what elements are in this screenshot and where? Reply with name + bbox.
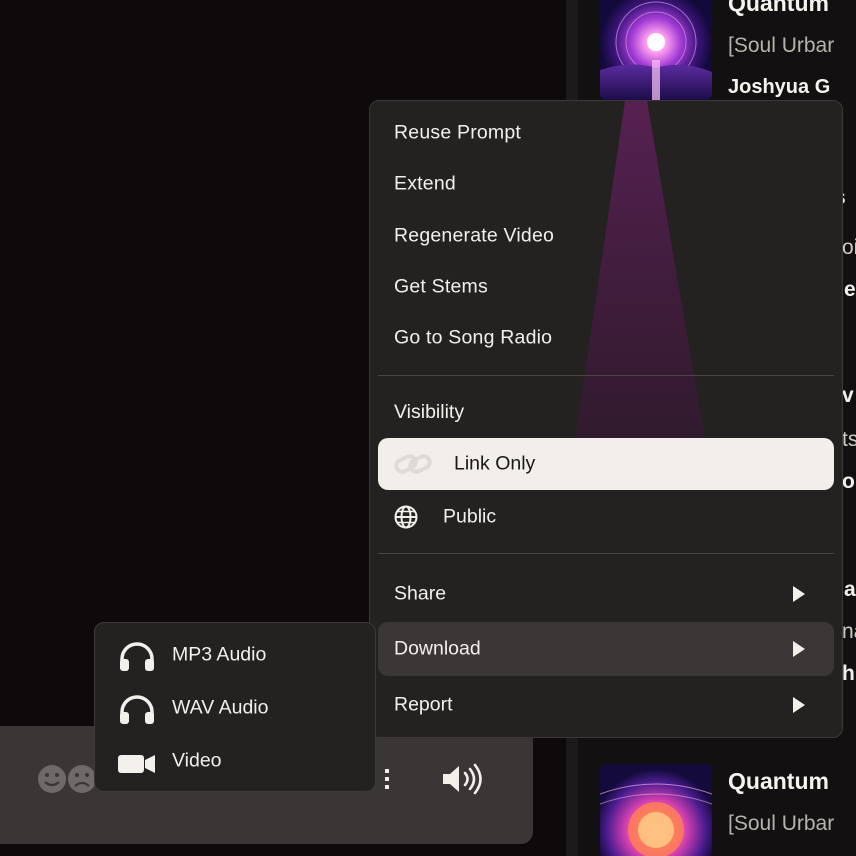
reaction-icons[interactable] — [36, 764, 102, 794]
download-submenu: MP3 Audio WAV Audio Video — [94, 622, 376, 792]
headphones-icon — [117, 642, 157, 672]
headphones-icon — [117, 695, 157, 725]
regenerate-video-item[interactable]: Regenerate Video — [370, 211, 842, 261]
song-tags: [Soul Urbar — [728, 812, 835, 835]
menu-item-label: Download — [394, 637, 481, 660]
song-cover-image[interactable] — [600, 0, 712, 100]
menu-divider — [378, 375, 834, 376]
video-camera-icon — [117, 748, 157, 778]
song-card[interactable]: Quantum [Soul Urbar — [600, 764, 856, 856]
menu-item-label: Report — [394, 693, 453, 716]
song-context-menu: Reuse Prompt Extend Regenerate Video Get… — [369, 100, 843, 738]
song-title-fragment: v — [842, 384, 854, 407]
volume-icon[interactable] — [440, 762, 486, 796]
go-to-song-radio-item[interactable]: Go to Song Radio — [370, 313, 842, 363]
menu-item-label: Reuse Prompt — [394, 121, 522, 144]
song-title-fragment: a — [844, 578, 856, 601]
option-label: Link Only — [454, 452, 536, 475]
visibility-option-link-only[interactable]: Link Only — [378, 438, 834, 490]
song-artist[interactable]: Joshyua G — [728, 76, 830, 99]
song-tags-fragment: ts — [842, 428, 856, 451]
submenu-item-label: WAV Audio — [172, 696, 269, 719]
song-tags-fragment: na — [842, 620, 856, 643]
song-artist-fragment: h — [842, 662, 855, 685]
download-wav-item[interactable]: WAV Audio — [95, 682, 377, 734]
reuse-prompt-item[interactable]: Reuse Prompt — [370, 108, 842, 158]
song-tags: [Soul Urbar — [728, 34, 835, 57]
menu-item-label: Go to Song Radio — [394, 326, 553, 349]
share-item[interactable]: Share — [378, 567, 834, 621]
download-item[interactable]: Download — [378, 622, 834, 676]
menu-divider — [378, 553, 834, 554]
song-tags-fragment: oi — [842, 236, 856, 259]
visibility-heading: Visibility — [394, 401, 465, 423]
extend-item[interactable]: Extend — [370, 159, 842, 209]
song-artist-fragment: or — [842, 470, 856, 493]
download-mp3-item[interactable]: MP3 Audio — [95, 629, 377, 681]
option-label: Public — [443, 505, 497, 528]
song-title[interactable]: Quantum — [728, 0, 829, 17]
chevron-right-icon — [792, 696, 806, 714]
submenu-item-label: Video — [172, 749, 222, 772]
song-cover-image[interactable] — [600, 764, 712, 856]
menu-item-label: Regenerate Video — [394, 224, 555, 247]
more-options-icon[interactable] — [378, 764, 396, 794]
get-stems-item[interactable]: Get Stems — [370, 262, 842, 312]
download-video-item[interactable]: Video — [95, 735, 377, 787]
link-icon — [394, 451, 432, 477]
menu-item-label: Share — [394, 582, 447, 605]
song-card[interactable]: Quantum [Soul Urbar Joshyua G — [600, 0, 856, 100]
song-title[interactable]: Quantum — [728, 768, 829, 795]
song-artist-fragment: e — [844, 278, 856, 301]
menu-item-label: Extend — [394, 172, 456, 195]
globe-icon — [392, 505, 420, 529]
visibility-option-public[interactable]: Public — [378, 491, 834, 543]
report-item[interactable]: Report — [378, 678, 834, 732]
chevron-right-icon — [792, 585, 806, 603]
menu-item-label: Get Stems — [394, 275, 488, 298]
submenu-item-label: MP3 Audio — [172, 643, 267, 666]
chevron-right-icon — [792, 640, 806, 658]
